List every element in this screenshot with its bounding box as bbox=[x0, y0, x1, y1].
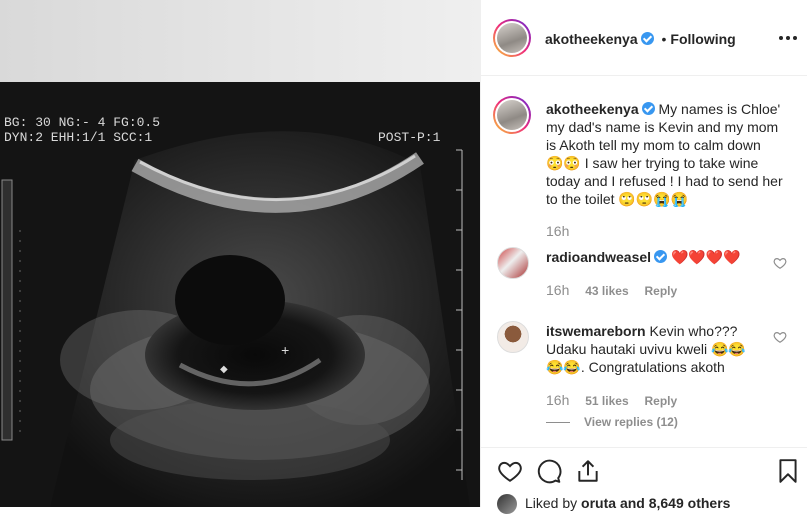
following-button[interactable]: Following bbox=[670, 31, 735, 47]
more-dots-icon[interactable] bbox=[776, 30, 800, 46]
comment-text: itswemareborn Kevin who??? Udaku hautaki… bbox=[546, 322, 771, 376]
comment-line: Kevin who??? bbox=[649, 323, 738, 339]
author-avatar[interactable] bbox=[493, 19, 531, 57]
comment-like-heart-icon[interactable] bbox=[773, 330, 787, 344]
caption-line: to the toilet 🙄🙄😭😭 bbox=[546, 191, 689, 207]
verified-badge-icon bbox=[640, 32, 654, 45]
comment-timestamp[interactable]: 16h bbox=[546, 392, 569, 408]
ultrasound-photo: ◆ + BG: 30 NG:- 4 FG:0.5 DYN:2 EHH:1/1 S… bbox=[0, 0, 480, 507]
comment-likes[interactable]: 51 likes bbox=[585, 394, 628, 408]
separator-dot: • bbox=[661, 31, 667, 47]
caption-timestamp[interactable]: 16h bbox=[546, 223, 569, 239]
comment-likes[interactable]: 43 likes bbox=[585, 284, 628, 298]
commenter-avatar[interactable] bbox=[497, 247, 529, 279]
liked-by-user[interactable]: oruta bbox=[581, 495, 616, 511]
actions-divider bbox=[481, 447, 807, 448]
comment-icon[interactable] bbox=[536, 458, 562, 484]
reply-button[interactable]: Reply bbox=[645, 284, 678, 298]
verified-badge-icon bbox=[641, 102, 655, 115]
author-username[interactable]: akotheekenya bbox=[545, 31, 638, 47]
caption-username[interactable]: akotheekenya bbox=[546, 101, 639, 117]
liked-by-prefix: Liked by bbox=[525, 495, 578, 511]
ultrasound-tag: POST-P:1 bbox=[378, 130, 441, 145]
caption-line: 😳😳 I saw her trying to take wine bbox=[546, 155, 759, 171]
comment-line: Udaku hautaki uvivu kweli 😂😂 bbox=[546, 341, 746, 357]
verified-badge-icon bbox=[654, 250, 668, 263]
caption-line: My names is Chloe' bbox=[658, 101, 781, 117]
heart-icon[interactable] bbox=[497, 458, 523, 484]
post-side-panel: akotheekenya • Following akotheekenya My … bbox=[480, 0, 807, 514]
liked-by-text: Liked by oruta and 8,649 others bbox=[525, 495, 730, 511]
comment-line: 😂😂. Congratulations akoth bbox=[546, 359, 725, 375]
svg-text:+: + bbox=[281, 344, 289, 360]
view-replies-line bbox=[546, 422, 570, 424]
share-icon[interactable] bbox=[575, 458, 601, 484]
comment-text: radioandweasel ❤️❤️❤️❤️ bbox=[546, 248, 771, 266]
caption-line: is Akoth tell my mom to calm down bbox=[546, 137, 761, 153]
commenter-avatar[interactable] bbox=[497, 321, 529, 353]
reply-button[interactable]: Reply bbox=[645, 394, 678, 408]
liked-by-avatar[interactable] bbox=[497, 494, 517, 514]
bookmark-icon[interactable] bbox=[775, 458, 801, 484]
caption-line: today and I refused ! I had to send her bbox=[546, 173, 783, 189]
svg-text:◆: ◆ bbox=[220, 365, 228, 376]
post-header: akotheekenya • Following bbox=[481, 0, 807, 76]
ultrasound-readout-1: BG: 30 NG:- 4 FG:0.5 bbox=[4, 115, 160, 130]
caption-text: akotheekenya My names is Chloe' my dad's… bbox=[546, 100, 801, 208]
post-image[interactable]: ◆ + BG: 30 NG:- 4 FG:0.5 DYN:2 EHH:1/1 S… bbox=[0, 0, 480, 507]
comment-timestamp[interactable]: 16h bbox=[546, 282, 569, 298]
liked-by-others[interactable]: and 8,649 others bbox=[620, 495, 731, 511]
ultrasound-readout-2: DYN:2 EHH:1/1 SCC:1 bbox=[4, 130, 152, 145]
comment-username[interactable]: radioandweasel bbox=[546, 249, 651, 265]
caption-avatar[interactable] bbox=[493, 96, 531, 134]
comment-body: ❤️❤️❤️❤️ bbox=[670, 249, 741, 265]
view-replies-button[interactable]: View replies (12) bbox=[584, 415, 678, 429]
comment-username[interactable]: itswemareborn bbox=[546, 323, 646, 339]
caption-line: my dad's name is Kevin and my mom bbox=[546, 119, 779, 135]
comment-like-heart-icon[interactable] bbox=[773, 256, 787, 270]
